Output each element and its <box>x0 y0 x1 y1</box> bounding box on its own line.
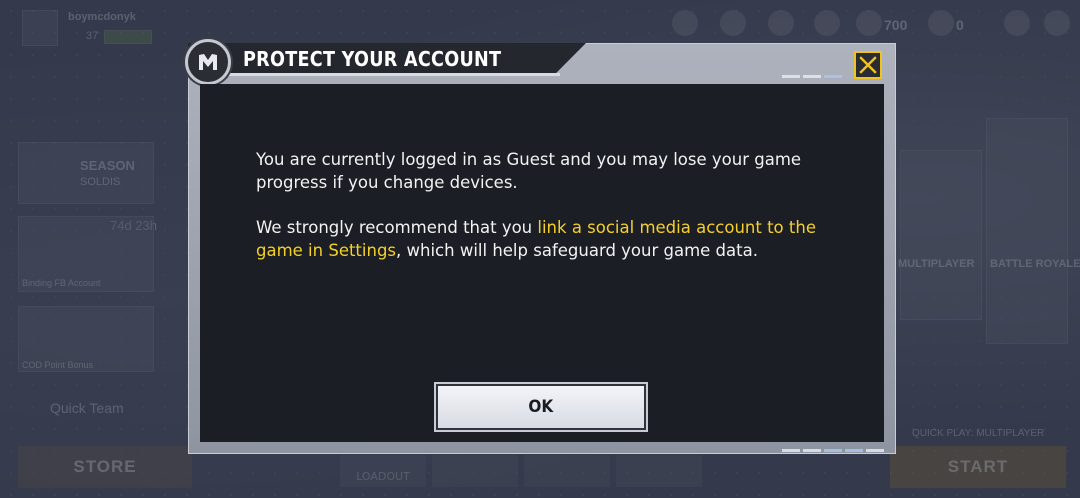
ok-button[interactable]: OK <box>434 382 648 432</box>
dialog-title: PROTECT YOUR ACCOUNT <box>243 47 502 71</box>
close-button[interactable] <box>854 51 882 79</box>
message-text-after: , which will help safeguard your game da… <box>396 241 758 260</box>
close-icon <box>859 56 877 74</box>
titlebar-stripe <box>188 73 560 76</box>
footer-indicator <box>782 449 884 452</box>
codm-logo-icon <box>185 39 231 85</box>
ok-label: OK <box>528 397 554 417</box>
message-recommendation: We strongly recommend that you link a so… <box>256 216 856 262</box>
codm-logo-glyph <box>199 54 217 70</box>
header-indicator <box>782 75 842 78</box>
dialog-content: You are currently logged in as Guest and… <box>200 84 884 442</box>
protect-account-dialog: PROTECT YOUR ACCOUNT You are currently l… <box>185 39 896 454</box>
message-text-before: We strongly recommend that you <box>256 218 538 237</box>
message-guest-warning: You are currently logged in as Guest and… <box>256 150 802 192</box>
